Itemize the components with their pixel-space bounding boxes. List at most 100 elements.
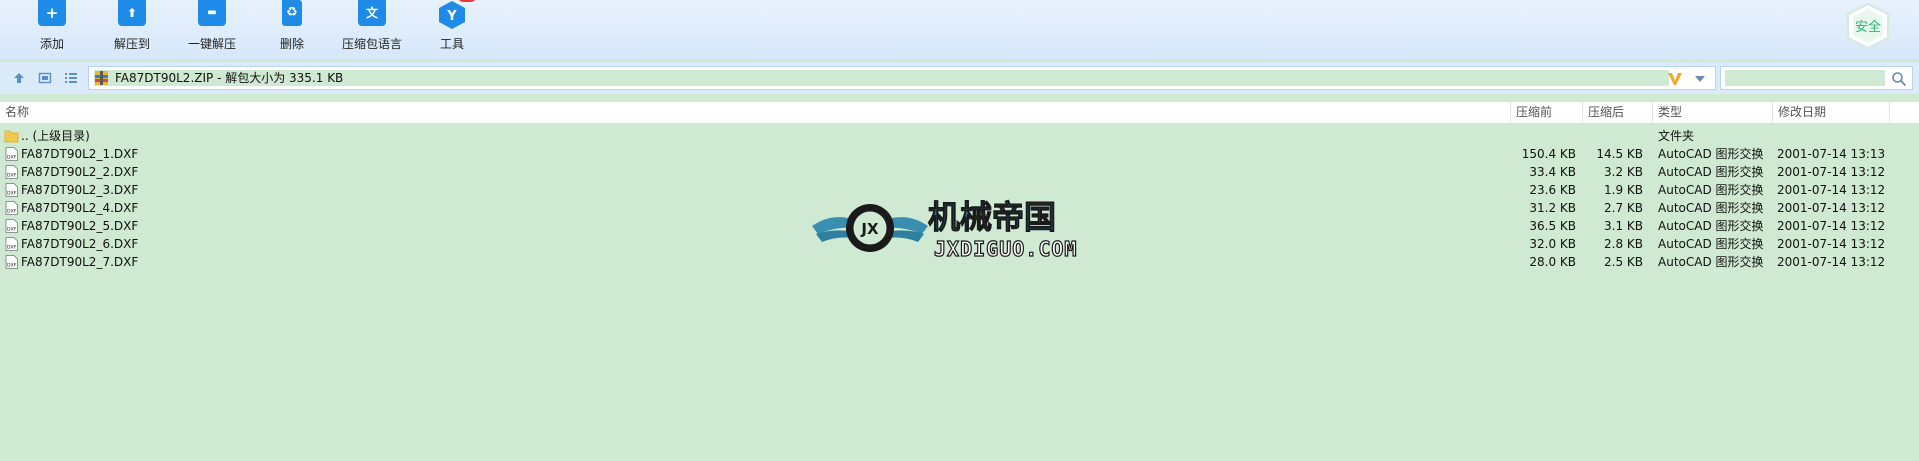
address-path: FA87DT90L2.ZIP - 解包大小为 335.1 KB xyxy=(115,71,344,85)
file-type: AutoCAD 图形交换 xyxy=(1658,237,1764,251)
quick-extract-label: 一键解压 xyxy=(187,37,236,51)
unpacked-size: 3.1 KB xyxy=(1604,219,1643,233)
extract-to-button[interactable]: ⬆ 解压到 xyxy=(92,0,172,52)
dxf-file-icon: DXF xyxy=(5,237,18,251)
file-name: FA87DT90L2_3.DXF xyxy=(21,183,139,197)
delete-button[interactable]: ♻ 删除 xyxy=(252,0,332,52)
svg-text:JXDIGUO.COM: JXDIGUO.COM xyxy=(934,237,1077,261)
packed-size: 36.5 KB xyxy=(1529,219,1576,233)
unpacked-size: 2.5 KB xyxy=(1604,255,1643,269)
svg-text:JX: JX xyxy=(860,220,879,238)
packed-size: 32.0 KB xyxy=(1529,237,1576,251)
column-header: 名称 压缩前 压缩后 类型 修改日期 xyxy=(0,102,1919,123)
unpacked-size: 1.9 KB xyxy=(1604,183,1643,197)
delete-icon: ♻ xyxy=(276,0,308,30)
modified-date: 2001-07-14 13:12 xyxy=(1777,165,1886,179)
packed-size: 31.2 KB xyxy=(1529,201,1576,215)
packed-size: 23.6 KB xyxy=(1529,183,1576,197)
search-highlight xyxy=(1725,70,1885,86)
modified-date: 2001-07-14 13:13 xyxy=(1777,147,1886,161)
search-icon[interactable] xyxy=(1891,71,1907,87)
table-row[interactable]: DXF FA87DT90L2_1.DXF 150.4 KB 14.5 KB AutoCA… xyxy=(0,145,1919,163)
svg-text:Y: Y xyxy=(446,9,457,24)
modified-date: 2001-07-14 13:12 xyxy=(1777,201,1886,215)
jxdiguo-logo-icon: JX 机械帝国 JXDIGUO.COM xyxy=(812,198,1077,262)
file-type: AutoCAD 图形交换 xyxy=(1658,147,1764,161)
modified-date: 2001-07-14 13:12 xyxy=(1777,219,1886,233)
column-name[interactable]: 名称 xyxy=(0,102,1511,123)
quick-extract-button[interactable]: ▬ 一键解压 xyxy=(172,0,252,52)
file-type: AutoCAD 图形交换 xyxy=(1658,165,1764,179)
notification-badge xyxy=(458,0,476,2)
file-name: FA87DT90L2_6.DXF xyxy=(21,237,139,251)
unpacked-size: 2.8 KB xyxy=(1604,237,1643,251)
add-button-label: 添加 xyxy=(39,37,64,51)
tools-button[interactable]: Y 工具 xyxy=(412,0,492,52)
table-row[interactable]: .. (上级目录) 文件夹 xyxy=(0,127,1919,145)
chevron-down-icon[interactable] xyxy=(1695,75,1705,83)
add-folder-icon: + xyxy=(36,0,68,30)
column-type[interactable]: 类型 xyxy=(1653,102,1773,123)
dxf-file-icon: DXF xyxy=(5,183,18,197)
file-name: FA87DT90L2_7.DXF xyxy=(21,255,139,269)
svg-text:DXF: DXF xyxy=(7,263,17,269)
verified-v-icon[interactable] xyxy=(1667,71,1683,87)
file-name: FA87DT90L2_1.DXF xyxy=(21,147,139,161)
table-row[interactable]: DXF FA87DT90L2_2.DXF 33.4 KB 3.2 KB AutoCAD … xyxy=(0,163,1919,181)
file-name: FA87DT90L2_2.DXF xyxy=(21,165,139,179)
toolbar: + 添加 ⬆ 解压到 ▬ 一键解压 ♻ 删除 文 压缩包语言 Y 工具 安全 xyxy=(0,0,1919,60)
file-name: FA87DT90L2_4.DXF xyxy=(21,201,139,215)
quick-extract-icon: ▬ xyxy=(196,0,228,30)
address-row: FA87DT90L2.ZIP - 解包大小为 335.1 KB xyxy=(0,62,1919,94)
unpacked-size: 3.2 KB xyxy=(1604,165,1643,179)
archive-language-icon: 文 xyxy=(356,0,388,30)
archive-language-button[interactable]: 文 压缩包语言 xyxy=(332,0,412,52)
file-type: AutoCAD 图形交换 xyxy=(1658,183,1764,197)
file-type: AutoCAD 图形交换 xyxy=(1658,201,1764,215)
extract-to-label: 解压到 xyxy=(113,37,150,51)
tools-label: 工具 xyxy=(439,37,464,51)
svg-text:DXF: DXF xyxy=(7,209,17,215)
modified-date: 2001-07-14 13:12 xyxy=(1777,237,1886,251)
column-modified[interactable]: 修改日期 xyxy=(1773,102,1890,123)
file-type: 文件夹 xyxy=(1658,129,1695,143)
search-input[interactable] xyxy=(1720,66,1913,90)
svg-text:DXF: DXF xyxy=(7,191,17,197)
modified-date: 2001-07-14 13:12 xyxy=(1777,183,1886,197)
file-name: FA87DT90L2_5.DXF xyxy=(21,219,139,233)
svg-text:机械帝国: 机械帝国 xyxy=(928,198,1056,236)
dxf-file-icon: DXF xyxy=(5,147,18,161)
file-type: AutoCAD 图形交换 xyxy=(1658,219,1764,233)
svg-text:DXF: DXF xyxy=(7,227,17,233)
delete-label: 删除 xyxy=(279,37,304,51)
packed-size: 33.4 KB xyxy=(1529,165,1576,179)
unpacked-size: 2.7 KB xyxy=(1604,201,1643,215)
up-arrow-icon[interactable] xyxy=(12,71,26,85)
zip-archive-icon xyxy=(95,71,108,85)
file-name: .. (上级目录) xyxy=(21,129,90,143)
column-unpacked[interactable]: 压缩后 xyxy=(1583,102,1653,123)
unpacked-size: 14.5 KB xyxy=(1596,147,1643,161)
watermark-logo: JX 机械帝国 JXDIGUO.COM xyxy=(810,198,1110,262)
svg-text:安全: 安全 xyxy=(1855,19,1881,35)
modified-date: 2001-07-14 13:12 xyxy=(1777,255,1886,269)
packed-size: 150.4 KB xyxy=(1521,147,1576,161)
list-view-icon[interactable] xyxy=(64,71,78,85)
shield-icon: 安全 xyxy=(1847,2,1889,50)
packed-size: 28.0 KB xyxy=(1529,255,1576,269)
dxf-file-icon: DXF xyxy=(5,255,18,269)
add-button[interactable]: + 添加 xyxy=(12,0,92,52)
svg-text:DXF: DXF xyxy=(7,245,17,251)
svg-text:DXF: DXF xyxy=(7,173,17,179)
dxf-file-icon: DXF xyxy=(5,219,18,233)
thumbnail-view-icon[interactable] xyxy=(38,71,52,85)
extract-to-icon: ⬆ xyxy=(116,0,148,30)
file-type: AutoCAD 图形交换 xyxy=(1658,255,1764,269)
tools-icon: Y xyxy=(436,0,476,30)
address-bar[interactable]: FA87DT90L2.ZIP - 解包大小为 335.1 KB xyxy=(88,66,1716,90)
table-row[interactable]: DXF FA87DT90L2_3.DXF 23.6 KB 1.9 KB AutoCAD … xyxy=(0,181,1919,199)
dxf-file-icon: DXF xyxy=(5,201,18,215)
dxf-file-icon: DXF xyxy=(5,165,18,179)
column-packed[interactable]: 压缩前 xyxy=(1511,102,1583,123)
safe-badge[interactable]: 安全 xyxy=(1845,2,1891,50)
